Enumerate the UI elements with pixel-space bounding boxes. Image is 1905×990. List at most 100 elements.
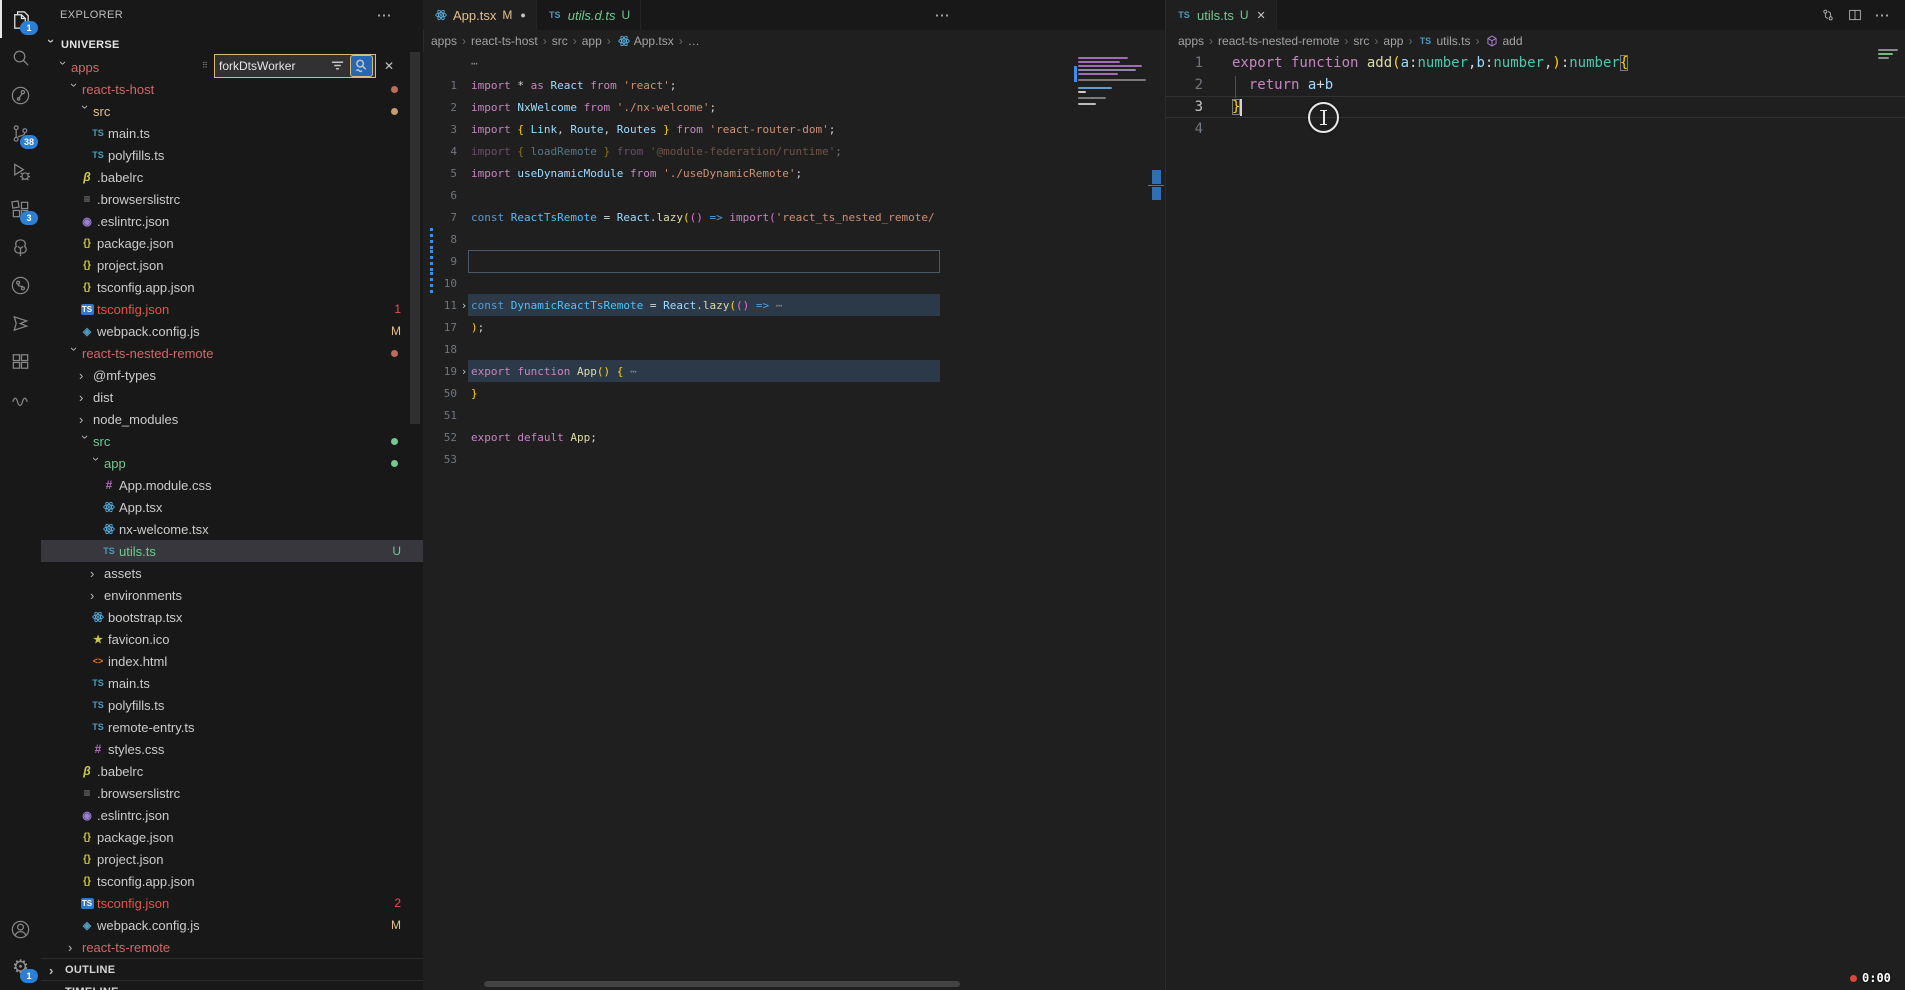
line-number: 18 — [423, 343, 457, 356]
tree-item-react-ts-remote[interactable]: ›react-ts-remote — [41, 936, 423, 958]
workspace-section-header[interactable]: › UNIVERSE — [45, 34, 120, 56]
swap-icon[interactable] — [1817, 4, 1839, 26]
tree-item-project.json[interactable]: {}project.json — [41, 848, 423, 870]
tree-item-app[interactable]: ›app — [41, 452, 423, 474]
line-content: import { Link, Route, Routes } from 'rea… — [471, 123, 835, 136]
filter-input[interactable] — [215, 59, 327, 73]
close-icon[interactable]: ✕ — [1257, 9, 1266, 22]
timeline-panel-header[interactable]: › TIMELINE — [41, 980, 423, 990]
line-number: 5 — [423, 167, 457, 180]
tree-item-tsconfig.app.json[interactable]: {}tsconfig.app.json — [41, 870, 423, 892]
tree-item-.browserslistrc[interactable]: ≡.browserslistrc — [41, 782, 423, 804]
breadcrumb-item[interactable]: apps — [1178, 34, 1204, 48]
changes-dot-icon — [391, 86, 398, 93]
tree-item-main.ts[interactable]: TSmain.ts — [41, 122, 423, 144]
tree-item-assets[interactable]: ›assets — [41, 562, 423, 584]
tree-item-src[interactable]: ›src — [41, 430, 423, 452]
tree-item-App.tsx[interactable]: App.tsx — [41, 496, 423, 518]
tab-utils.ts[interactable]: TSutils.tsU✕ — [1166, 0, 1277, 30]
breadcrumb-item[interactable]: src — [552, 34, 568, 48]
more-icon[interactable]: ⋯ — [1871, 4, 1893, 26]
tree-item-styles.css[interactable]: #styles.css — [41, 738, 423, 760]
activity-bar-item-circle-node[interactable] — [0, 266, 41, 304]
activity-bar-item-source-control[interactable]: 38 — [0, 114, 41, 152]
breadcrumb-item[interactable]: apps — [431, 34, 457, 48]
chevron-right-icon: › — [679, 34, 683, 48]
horizontal-scrollbar[interactable] — [484, 981, 960, 987]
tree-item-.eslintrc.json[interactable]: ◉.eslintrc.json — [41, 804, 423, 826]
activity-bar-item-pulse[interactable] — [0, 380, 41, 418]
tree-item-package.json[interactable]: {}package.json — [41, 232, 423, 254]
tree-item-project.json[interactable]: {}project.json — [41, 254, 423, 276]
outline-panel-header[interactable]: › OUTLINE — [41, 958, 423, 981]
breadcrumb-label: … — [688, 34, 700, 48]
tree-item-.browserslistrc[interactable]: ≡.browserslistrc — [41, 188, 423, 210]
code-editor-app-tsx[interactable]: ⋯1import * as React from 'react';2import… — [423, 52, 1165, 990]
split-icon[interactable] — [1844, 4, 1866, 26]
typescript-icon: TS — [1176, 10, 1192, 20]
sidebar-scrollbar[interactable] — [410, 52, 420, 424]
tree-item-index.html[interactable]: <>index.html — [41, 650, 423, 672]
tree-item-dist[interactable]: ›dist — [41, 386, 423, 408]
fuzzy-search-button[interactable] — [350, 55, 373, 77]
pulse-icon — [9, 388, 32, 411]
breadcrumb-item[interactable]: add — [1484, 34, 1522, 48]
code-line-3: 3import { Link, Route, Routes } from 're… — [423, 118, 1165, 140]
git-status-badge: M — [391, 324, 401, 338]
tree-item-label: utils.ts — [119, 544, 156, 559]
tree-item-polyfills.ts[interactable]: TSpolyfills.ts — [41, 144, 423, 166]
tree-item-.eslintrc.json[interactable]: ◉.eslintrc.json — [41, 210, 423, 232]
breadcrumb-item[interactable]: react-ts-nested-remote — [1218, 34, 1339, 48]
tree-item-polyfills.ts[interactable]: TSpolyfills.ts — [41, 694, 423, 716]
breadcrumb-item[interactable]: react-ts-host — [471, 34, 538, 48]
tree-item-@mf-types[interactable]: ›@mf-types — [41, 364, 423, 386]
tree-item-App.module.css[interactable]: #App.module.css — [41, 474, 423, 496]
tab-App.tsx[interactable]: App.tsxM● — [423, 0, 537, 30]
activity-bar-item-tree[interactable] — [0, 228, 41, 266]
code-editor-utils-ts[interactable]: 1export function add(a:number,b:number,)… — [1166, 52, 1905, 990]
activity-bar-item-kite[interactable] — [0, 304, 41, 342]
tree-item-nx-welcome.tsx[interactable]: nx-welcome.tsx — [41, 518, 423, 540]
drag-grip-icon[interactable]: ⠿ — [202, 57, 212, 75]
tree-item-react-ts-host[interactable]: ›react-ts-host — [41, 78, 423, 100]
tree-item-webpack.config.js[interactable]: ◈webpack.config.jsM — [41, 914, 423, 936]
tree-item-remote-entry.ts[interactable]: TSremote-entry.ts — [41, 716, 423, 738]
breadcrumb-item[interactable]: src — [1353, 34, 1369, 48]
sidebar-more-actions-button[interactable]: ⋯ — [373, 4, 395, 26]
tree-item-.babelrc[interactable]: β.babelrc — [41, 760, 423, 782]
breadcrumb-item[interactable]: app — [1383, 34, 1403, 48]
tree-item-main.ts[interactable]: TSmain.ts — [41, 672, 423, 694]
tree-item-favicon.ico[interactable]: ★favicon.ico — [41, 628, 423, 650]
filter-icon[interactable] — [327, 56, 348, 76]
activity-bar-item-files[interactable]: 1 — [0, 0, 41, 38]
tree-item-webpack.config.js[interactable]: ◈webpack.config.jsM — [41, 320, 423, 342]
breadcrumb-item[interactable]: TSutils.ts — [1417, 34, 1470, 48]
activity-bar-item-debug[interactable] — [0, 152, 41, 190]
activity-bar-item-circle-graph[interactable] — [0, 76, 41, 114]
activity-bar-item-gear[interactable]: ⚙1 — [0, 948, 41, 986]
tree-item-src[interactable]: ›src — [41, 100, 423, 122]
tree-item-utils.ts[interactable]: TSutils.tsU — [41, 540, 423, 562]
tree-item-tsconfig.app.json[interactable]: {}tsconfig.app.json — [41, 276, 423, 298]
breadcrumb-item[interactable]: App.tsx — [616, 34, 674, 48]
close-icon[interactable]: ✕ — [380, 57, 398, 75]
more-actions-icon[interactable]: ⋯ — [931, 4, 953, 26]
tree-item-.babelrc[interactable]: β.babelrc — [41, 166, 423, 188]
tree-item-tsconfig.json[interactable]: TStsconfig.json1 — [41, 298, 423, 320]
tree-item-react-ts-nested-remote[interactable]: ›react-ts-nested-remote — [41, 342, 423, 364]
code-line-50: 50} — [423, 382, 1165, 404]
activity-bar-item-extensions[interactable]: 3 — [0, 190, 41, 228]
activity-bar-item-account[interactable] — [0, 910, 41, 948]
tree-item-tsconfig.json[interactable]: TStsconfig.json2 — [41, 892, 423, 914]
tree-item-environments[interactable]: ›environments — [41, 584, 423, 606]
activity-bar-item-search[interactable] — [0, 38, 41, 76]
breadcrumb-item[interactable]: … — [688, 34, 700, 48]
tree-item-node_modules[interactable]: ›node_modules — [41, 408, 423, 430]
activity-bar-item-grid[interactable] — [0, 342, 41, 380]
tree-item-package.json[interactable]: {}package.json — [41, 826, 423, 848]
tab-utils.d.ts[interactable]: TSutils.d.tsU — [537, 0, 641, 30]
tree-item-label: bootstrap.tsx — [108, 610, 182, 625]
tree-item-bootstrap.tsx[interactable]: bootstrap.tsx — [41, 606, 423, 628]
breadcrumb-item[interactable]: app — [582, 34, 602, 48]
minimap-line — [1078, 97, 1106, 99]
